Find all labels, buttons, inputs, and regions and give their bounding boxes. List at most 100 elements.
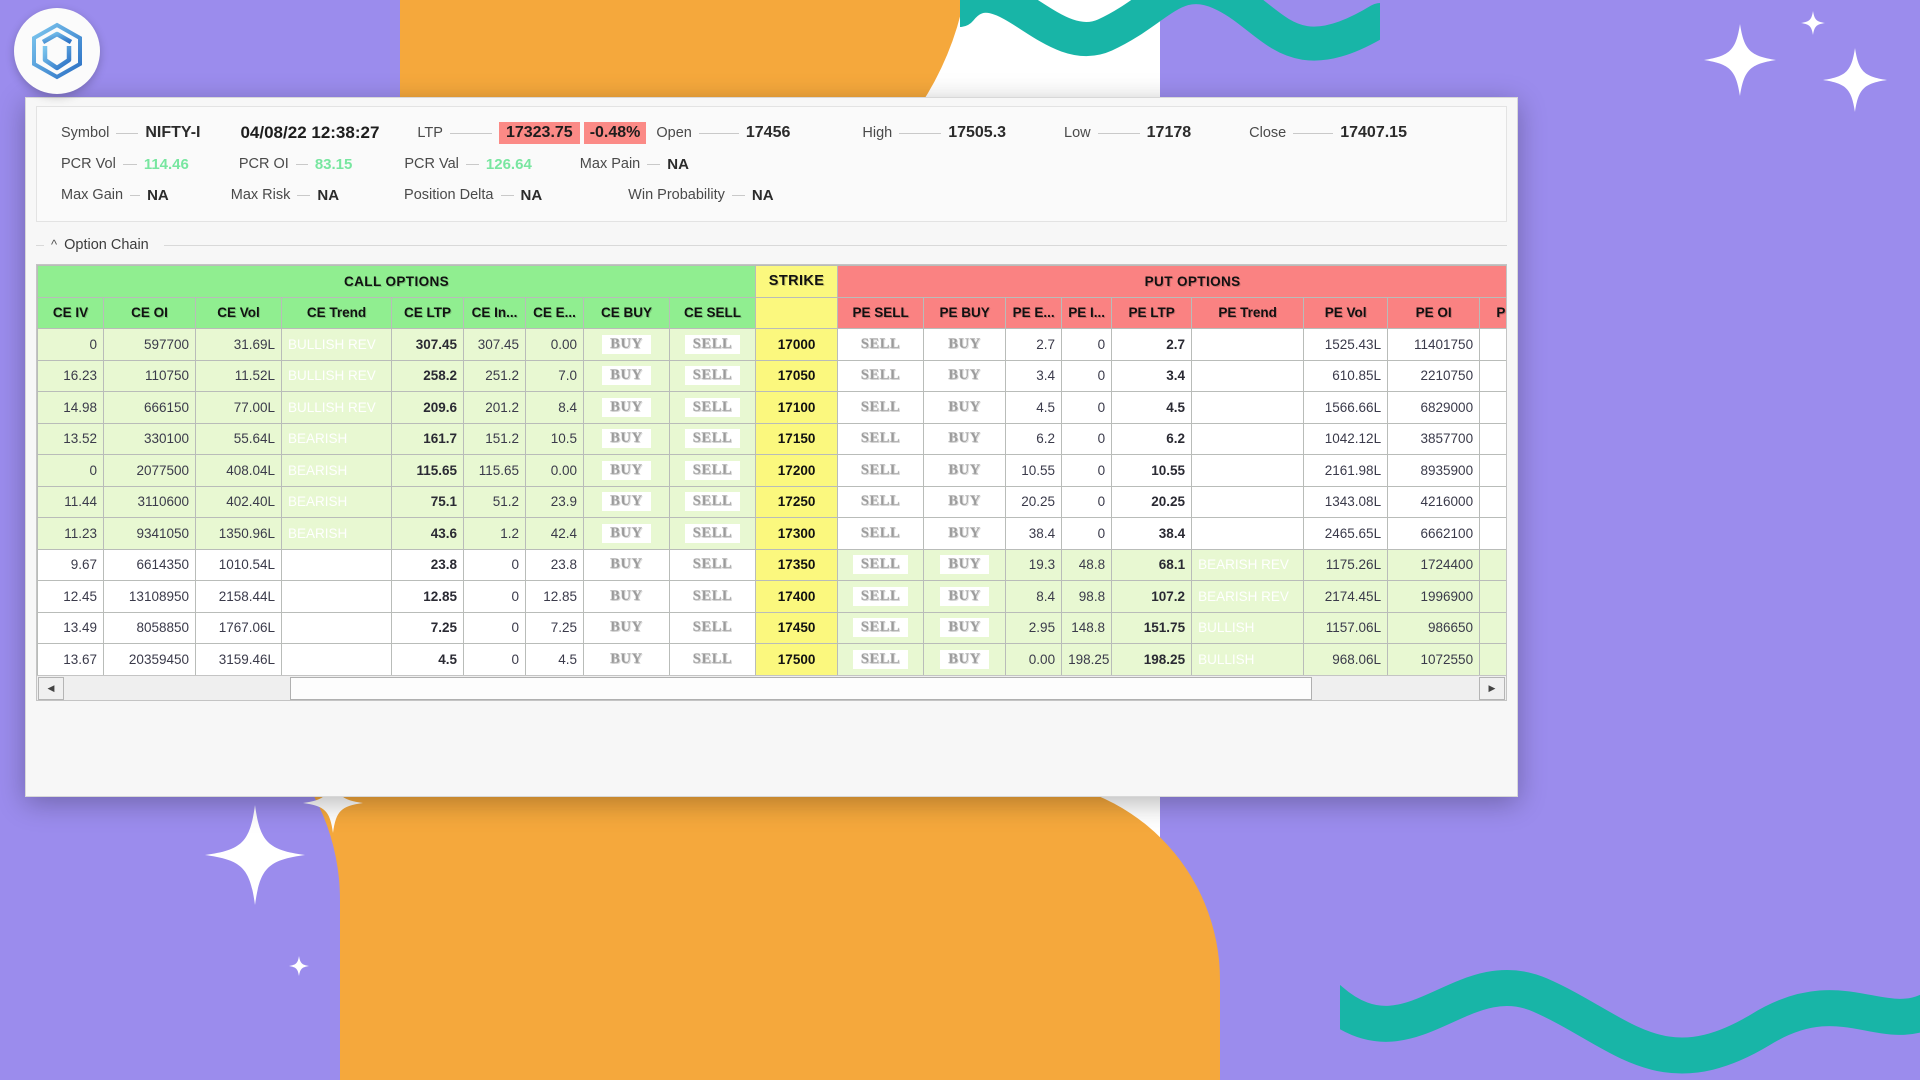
column-header-ce-ltp[interactable]: CE LTP — [391, 296, 464, 329]
pe-buy-button[interactable]: BUY — [923, 485, 1007, 518]
cell-pe-oi: 3857700 — [1387, 422, 1481, 455]
column-header-ce-iv[interactable]: CE IV — [37, 296, 104, 329]
table-row[interactable]: 13.67 20359450 3159.46L BEARISH 4.5 0 4.5 BUY SE… — [37, 643, 1506, 676]
column-header-strike[interactable] — [755, 296, 839, 329]
ce-sell-button[interactable]: SELL — [668, 359, 757, 392]
pe-sell-button[interactable]: SELL — [837, 485, 925, 518]
pe-sell-button[interactable]: SELL — [837, 611, 925, 644]
column-header-ce-trend[interactable]: CE Trend — [281, 296, 392, 329]
ce-buy-button[interactable]: BUY — [583, 643, 670, 676]
ce-buy-button[interactable]: BUY — [583, 454, 670, 487]
cell-strike[interactable]: 17050 — [755, 359, 839, 392]
column-header-pe-buy[interactable]: PE BUY — [923, 296, 1007, 329]
pe-sell-button[interactable]: SELL — [837, 548, 925, 581]
ce-buy-button[interactable]: BUY — [583, 548, 670, 581]
pe-buy-button[interactable]: BUY — [923, 611, 1007, 644]
ce-sell-button[interactable]: SELL — [668, 517, 757, 550]
cell-pe-ltp: 4.5 — [1111, 391, 1193, 424]
ce-sell-button[interactable]: SELL — [668, 580, 757, 613]
cell-strike[interactable]: 17250 — [755, 485, 839, 518]
cell-strike[interactable]: 17400 — [755, 580, 839, 613]
ce-sell-button[interactable]: SELL — [668, 454, 757, 487]
pe-sell-button[interactable]: SELL — [837, 391, 925, 424]
cell-strike[interactable]: 17300 — [755, 517, 839, 550]
ce-sell-button[interactable]: SELL — [668, 548, 757, 581]
ce-sell-button[interactable]: SELL — [668, 485, 757, 518]
pe-sell-button[interactable]: SELL — [837, 359, 925, 392]
table-row[interactable]: 11.23 9341050 1350.96L BEARISH 43.6 1.2 42.4 BU… — [37, 517, 1506, 550]
cell-ce-iv: 0 — [37, 328, 104, 361]
cell-strike[interactable]: 17200 — [755, 454, 839, 487]
pe-buy-button[interactable]: BUY — [923, 454, 1007, 487]
pe-buy-button[interactable]: BUY — [923, 548, 1007, 581]
ce-sell-button[interactable]: SELL — [668, 328, 757, 361]
horizontal-scrollbar[interactable]: ◀ ▶ — [37, 675, 1506, 700]
cell-strike[interactable]: 17000 — [755, 328, 839, 361]
pe-buy-button[interactable]: BUY — [923, 422, 1007, 455]
column-header-pe-trend[interactable]: PE Trend — [1191, 296, 1305, 329]
ce-sell-button[interactable]: SELL — [668, 391, 757, 424]
pe-buy-button[interactable]: BUY — [923, 517, 1007, 550]
pe-sell-button[interactable]: SELL — [837, 328, 925, 361]
ce-buy-button[interactable]: BUY — [583, 422, 670, 455]
pe-buy-button[interactable]: BUY — [923, 580, 1007, 613]
ce-sell-button[interactable]: SELL — [668, 422, 757, 455]
pe-sell-button[interactable]: SELL — [837, 580, 925, 613]
table-row[interactable]: 13.52 330100 55.64L BEARISH 161.7 151.2 10.5 BU… — [37, 422, 1506, 455]
ce-buy-button[interactable]: BUY — [583, 517, 670, 550]
ce-buy-button[interactable]: BUY — [583, 485, 670, 518]
pe-sell-button[interactable]: SELL — [837, 422, 925, 455]
pe-sell-button[interactable]: SELL — [837, 517, 925, 550]
column-header-pe-oi[interactable]: PE OI — [1387, 296, 1481, 329]
cell-strike[interactable]: 17350 — [755, 548, 839, 581]
ce-buy-button[interactable]: BUY — [583, 328, 670, 361]
scroll-left-button[interactable]: ◀ — [38, 676, 64, 700]
cell-strike[interactable]: 17100 — [755, 391, 839, 424]
column-header-ce-vol[interactable]: CE Vol — [195, 296, 282, 329]
pe-sell-button[interactable]: SELL — [837, 454, 925, 487]
table-row[interactable]: 0 2077500 408.04L BEARISH 115.65 115.65 0.00 BU… — [37, 454, 1506, 487]
pe-buy-button[interactable]: BUY — [923, 643, 1007, 676]
column-header-ce-e[interactable]: CE E... — [525, 296, 584, 329]
ce-buy-button[interactable]: BUY — [583, 580, 670, 613]
cell-ce-oi: 110750 — [103, 359, 196, 392]
column-header-pe-vol[interactable]: PE Vol — [1303, 296, 1389, 329]
pe-buy-button[interactable]: BUY — [923, 391, 1007, 424]
pe-buy-button-label: BUY — [940, 366, 989, 386]
cell-strike[interactable]: 17450 — [755, 611, 839, 644]
ce-buy-button[interactable]: BUY — [583, 359, 670, 392]
table-row[interactable]: 9.67 6614350 1010.54L BEARISH 23.8 0 23.8 BUY SE… — [37, 548, 1506, 581]
column-header-ce-sell[interactable]: CE SELL — [668, 296, 757, 329]
column-header-pe-i[interactable]: PE I... — [1061, 296, 1113, 329]
table-row[interactable]: 16.23 110750 11.52L BULLISH REV 258.2 251.2 7.… — [37, 359, 1506, 392]
table-row[interactable]: 13.49 8058850 1767.06L BEARISH 7.25 0 7.25 BUY S… — [37, 611, 1506, 644]
cell-ce-ltp: 307.45 — [391, 328, 464, 361]
column-header-pe-ltp[interactable]: PE LTP — [1111, 296, 1193, 329]
cell-strike[interactable]: 17150 — [755, 422, 839, 455]
column-header-pe-sell[interactable]: PE SELL — [837, 296, 925, 329]
table-row[interactable]: 11.44 3110600 402.40L BEARISH 75.1 51.2 23.9 BU… — [37, 485, 1506, 518]
table-row[interactable]: 0 597700 31.69L BULLISH REV 307.45 307.45 0.00… — [37, 328, 1506, 361]
table-row[interactable]: 12.45 13108950 2158.44L BEARISH 12.85 0 12.85 B… — [37, 580, 1506, 613]
cell-ce-ltp: 115.65 — [391, 454, 464, 487]
chevron-up-icon[interactable]: ^ — [51, 238, 57, 251]
cell-strike[interactable]: 17500 — [755, 643, 839, 676]
table-row[interactable]: 14.98 666150 77.00L BULLISH REV 209.6 201.2 8.… — [37, 391, 1506, 424]
pe-buy-button[interactable]: BUY — [923, 328, 1007, 361]
pe-sell-button[interactable]: SELL — [837, 643, 925, 676]
option-chain-section-header[interactable]: ^ Option Chain — [36, 236, 1507, 254]
scrollbar-track[interactable] — [65, 676, 1478, 700]
cell-ce-oi: 6614350 — [103, 548, 196, 581]
column-header-ce-oi[interactable]: CE OI — [103, 296, 196, 329]
column-header-ce-buy[interactable]: CE BUY — [583, 296, 670, 329]
column-header-pe-iv[interactable]: PE IV — [1479, 296, 1506, 329]
ce-sell-button[interactable]: SELL — [668, 643, 757, 676]
ce-buy-button[interactable]: BUY — [583, 611, 670, 644]
scroll-right-button[interactable]: ▶ — [1479, 676, 1505, 700]
pe-buy-button[interactable]: BUY — [923, 359, 1007, 392]
ce-sell-button[interactable]: SELL — [668, 611, 757, 644]
column-header-pe-e[interactable]: PE E... — [1005, 296, 1063, 329]
column-header-ce-in[interactable]: CE In... — [463, 296, 526, 329]
ce-buy-button[interactable]: BUY — [583, 391, 670, 424]
scrollbar-thumb[interactable] — [290, 676, 1312, 700]
